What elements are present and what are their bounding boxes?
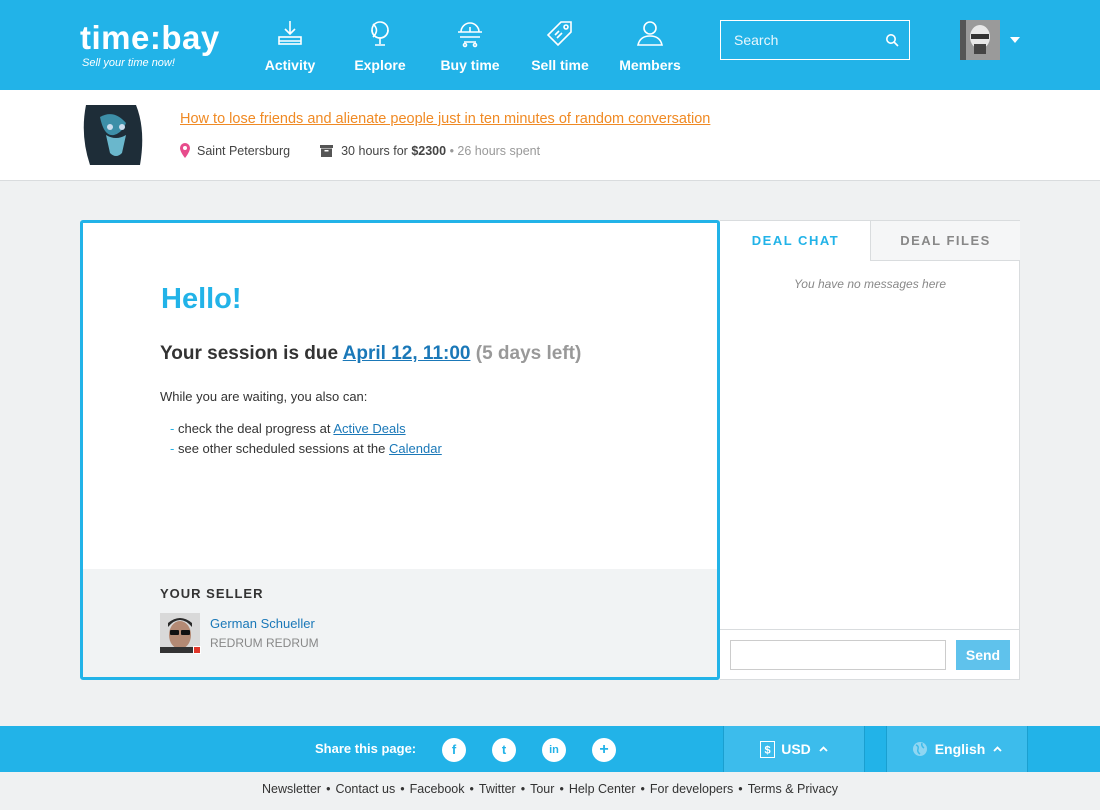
- nav-members[interactable]: Members: [605, 18, 695, 73]
- deal-location: Saint Petersburg: [197, 143, 291, 158]
- todo-text: see other scheduled sessions at the: [177, 441, 386, 456]
- footer-link-contact[interactable]: Contact us: [335, 782, 395, 796]
- nav-sell-time-label: Sell time: [531, 57, 589, 73]
- nav-buy-time[interactable]: Buy time: [425, 18, 515, 73]
- user-avatar[interactable]: [960, 20, 1000, 60]
- deal-price: $2300: [411, 143, 447, 158]
- footer-link-terms[interactable]: Terms & Privacy: [748, 782, 838, 796]
- deal-hours: 30 hours for: [341, 143, 408, 158]
- footer-link-newsletter[interactable]: Newsletter: [262, 782, 321, 796]
- twitter-icon[interactable]: t: [492, 738, 516, 762]
- logo[interactable]: time:bay Sell your time now!: [80, 20, 220, 70]
- language-selector[interactable]: English: [886, 726, 1028, 772]
- todo-list: - check the deal progress at Active Deal…: [170, 419, 442, 459]
- footer-link-tour[interactable]: Tour: [530, 782, 554, 796]
- logo-tagline: Sell your time now!: [82, 57, 175, 69]
- chat-composer: Send: [720, 629, 1019, 679]
- currency-selector[interactable]: $ USD: [723, 726, 865, 772]
- tag-icon: [546, 21, 572, 47]
- map-pin-icon: [180, 143, 190, 158]
- todo-item: - check the deal progress at Active Deal…: [170, 421, 406, 436]
- calendar-link[interactable]: Calendar: [389, 441, 442, 456]
- package-icon: [320, 144, 334, 157]
- deal-thumbnail-image: [80, 105, 146, 165]
- seller-name-link[interactable]: German Schueller: [210, 616, 315, 631]
- seller-subtitle: REDRUM REDRUM: [210, 636, 319, 650]
- seller-section: YOUR SELLER German Schueller REDRUM REDR…: [83, 569, 717, 677]
- nav-explore[interactable]: Explore: [335, 18, 425, 73]
- nav-explore-label: Explore: [354, 57, 406, 73]
- deal-spent: • 26 hours spent: [449, 143, 541, 158]
- nav-activity[interactable]: Activity: [245, 18, 335, 73]
- waiting-text: While you are waiting, you also can:: [160, 389, 368, 404]
- due-date-link[interactable]: April 12, 11:00: [343, 343, 471, 364]
- nav-buy-time-label: Buy time: [440, 57, 500, 73]
- search-input[interactable]: [721, 21, 881, 59]
- footer-link-twitter[interactable]: Twitter: [479, 782, 516, 796]
- svg-text:$: $: [765, 744, 771, 756]
- session-card: Hello! Your session is due April 12, 11:…: [80, 220, 720, 680]
- deal-meta: Saint Petersburg 30 hours for $2300 • 26…: [180, 143, 540, 158]
- due-days-left: (5 days left): [475, 343, 582, 364]
- nav-activity-label: Activity: [264, 57, 316, 73]
- todo-text: check the deal progress at: [177, 421, 331, 436]
- facebook-icon[interactable]: f: [442, 738, 466, 762]
- active-deals-link[interactable]: Active Deals: [333, 421, 405, 436]
- logo-text[interactable]: time:bay: [80, 20, 220, 56]
- footer-link-facebook[interactable]: Facebook: [410, 782, 465, 796]
- user-icon: [637, 21, 663, 46]
- nav-members-label: Members: [619, 57, 681, 73]
- currency-icon: $: [760, 740, 776, 758]
- cart-icon: [458, 22, 482, 48]
- globe-icon: [912, 742, 927, 756]
- footer-links: Newsletter • Contact us • Facebook • Twitter • T…: [262, 782, 838, 796]
- chevron-up-icon: [993, 746, 1002, 752]
- tab-deal-chat[interactable]: DEAL CHAT: [720, 221, 871, 261]
- nav-sell-time[interactable]: Sell time: [515, 18, 605, 73]
- activity-icon: [278, 21, 302, 45]
- empty-chat-message: You have no messages here: [793, 277, 947, 291]
- chevron-up-icon: [819, 746, 828, 752]
- globe-icon: [371, 21, 389, 46]
- share-label: Share this page:: [315, 741, 417, 756]
- more-share-icon[interactable]: +: [592, 738, 616, 762]
- tab-deal-files[interactable]: DEAL FILES: [870, 221, 1020, 261]
- due-prefix: Your session is due: [160, 343, 339, 364]
- todo-item: - see other scheduled sessions at the Ca…: [170, 441, 442, 456]
- deal-chat-panel: DEAL CHAT DEAL FILES You have no message…: [720, 220, 1020, 680]
- seller-heading: YOUR SELLER: [160, 586, 264, 601]
- linkedin-icon[interactable]: in: [542, 738, 566, 762]
- language-label: English: [934, 741, 986, 757]
- send-button[interactable]: Send: [956, 640, 1010, 670]
- deal-title-link[interactable]: How to lose friends and alienate people …: [180, 111, 710, 127]
- user-menu-chevron-down-icon[interactable]: [1010, 37, 1020, 43]
- share-bar: Share this page: f t in + $ USD English: [0, 726, 1100, 772]
- seller-status-badge: [193, 646, 201, 654]
- greeting-heading: Hello!: [161, 283, 242, 315]
- footer-link-developers[interactable]: For developers: [650, 782, 733, 796]
- search-box: [720, 20, 910, 60]
- footer-link-help[interactable]: Help Center: [569, 782, 636, 796]
- deal-header: How to lose friends and alienate people …: [0, 90, 1100, 181]
- search-icon[interactable]: [885, 33, 899, 47]
- top-header: time:bay Sell your time now! Activity Ex…: [0, 0, 1100, 90]
- session-due: Your session is due April 12, 11:00 (5 d…: [160, 343, 581, 365]
- deal-thumbnail[interactable]: [80, 105, 146, 165]
- currency-label: USD: [781, 741, 811, 757]
- chat-message-input[interactable]: [730, 640, 946, 670]
- avatar-image: [960, 20, 1000, 60]
